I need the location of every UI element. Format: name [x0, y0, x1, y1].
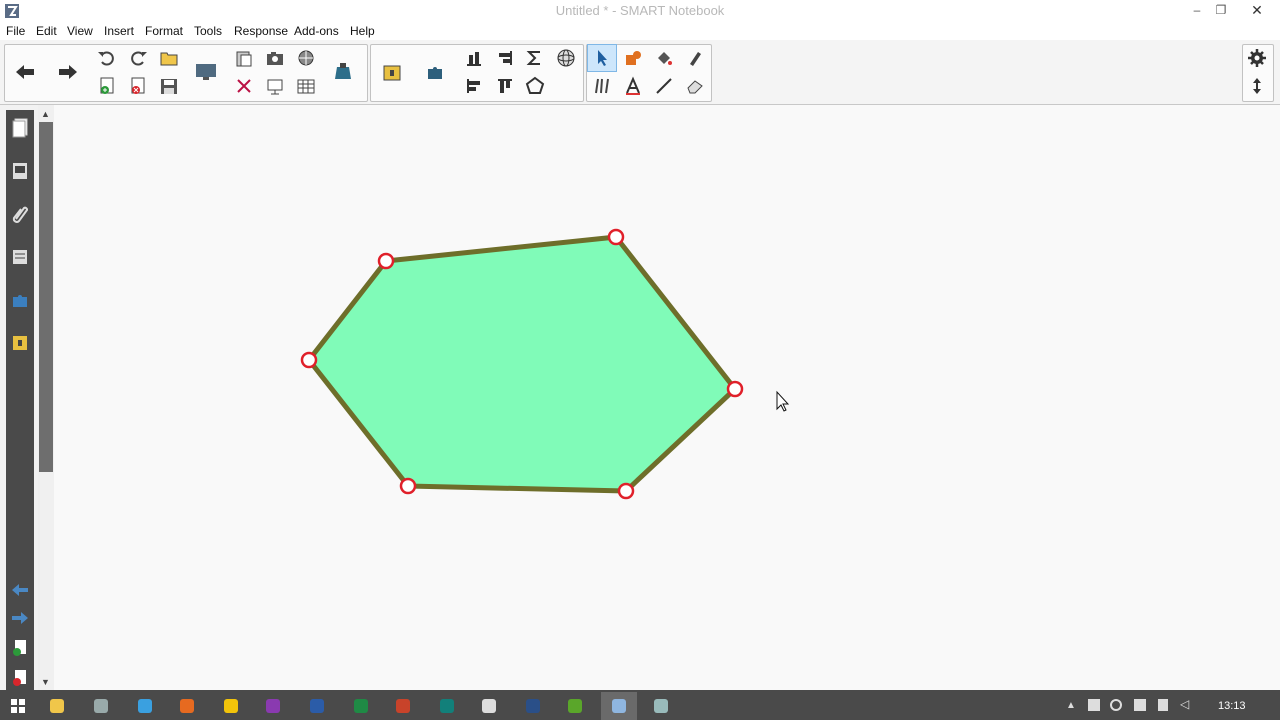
taskbar-clock[interactable]: 13:13	[1218, 700, 1246, 712]
taskbar-app-button[interactable]	[392, 695, 414, 717]
taskbar-app-button[interactable]	[46, 695, 68, 717]
mouse-cursor-icon	[776, 390, 790, 412]
powerpoint-icon	[396, 699, 410, 713]
vertex-handle[interactable]	[726, 380, 744, 398]
onenote-icon	[266, 699, 280, 713]
firefox-icon	[180, 699, 194, 713]
vertex-handle[interactable]	[607, 228, 625, 246]
tray-keyboard-icon[interactable]	[1158, 699, 1168, 711]
settings-icon	[94, 699, 108, 713]
vertex-handle[interactable]	[377, 252, 395, 270]
ie-icon	[138, 699, 152, 713]
excel-icon	[354, 699, 368, 713]
tray-sync-icon[interactable]	[1110, 699, 1122, 711]
vertex-handle[interactable]	[300, 351, 318, 369]
taskbar-app-button[interactable]	[220, 695, 242, 717]
start-button[interactable]	[7, 695, 29, 717]
tray-volume-icon[interactable]: ◁	[1180, 697, 1189, 711]
taskbar-app-button[interactable]	[564, 695, 586, 717]
vertex-handle[interactable]	[617, 482, 635, 500]
smart-notebook-icon	[612, 699, 626, 713]
network-tool-icon	[654, 699, 668, 713]
taskbar-app-button[interactable]	[90, 695, 112, 717]
inkscape-icon	[482, 699, 496, 713]
publisher-icon	[440, 699, 454, 713]
tray-network-icon[interactable]	[1134, 699, 1146, 711]
chrome-icon	[224, 699, 238, 713]
taskbar-app-button[interactable]	[650, 695, 672, 717]
taskbar-app-button[interactable]	[176, 695, 198, 717]
spotify-icon	[568, 699, 582, 713]
media-icon	[526, 699, 540, 713]
taskbar-app-button[interactable]	[306, 695, 328, 717]
taskbar-app-button[interactable]	[262, 695, 284, 717]
vertex-handle[interactable]	[399, 477, 417, 495]
taskbar-app-button[interactable]	[601, 692, 637, 720]
hexagon-shape[interactable]	[306, 234, 738, 494]
canvas-drawing-layer	[300, 228, 790, 500]
tray-expand-icon[interactable]: ▲	[1066, 700, 1076, 711]
taskbar-app-button[interactable]	[436, 695, 458, 717]
windows-start-icon	[11, 699, 25, 713]
taskbar-app-button[interactable]	[134, 695, 156, 717]
word-icon	[310, 699, 324, 713]
tray-flag-icon[interactable]	[1088, 699, 1100, 711]
taskbar-app-button[interactable]	[522, 695, 544, 717]
taskbar-app-button[interactable]	[350, 695, 372, 717]
file-explorer-icon	[50, 699, 64, 713]
taskbar-app-button[interactable]	[478, 695, 500, 717]
